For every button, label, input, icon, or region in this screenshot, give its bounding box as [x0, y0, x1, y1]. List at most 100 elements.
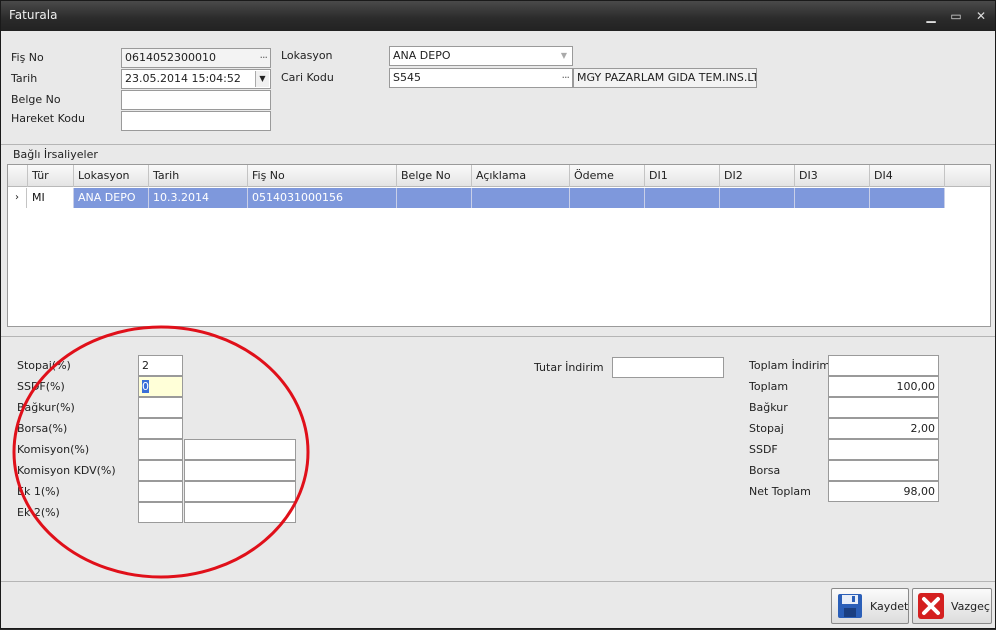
cell-aciklama[interactable] [472, 188, 570, 208]
ssdf-pct-label: SSDF(%) [17, 380, 65, 393]
belge-no-field[interactable] [121, 90, 271, 110]
lokasyon-select[interactable]: ANA DEPO ▼ [389, 46, 573, 66]
row-indicator-icon: › [8, 188, 27, 208]
stopaj-pct-input[interactable]: 2 [138, 355, 183, 376]
cell-lokasyon[interactable]: ANA DEPO [74, 188, 149, 208]
cell-belge-no[interactable] [397, 188, 472, 208]
borsa-pct-label: Borsa(%) [17, 422, 68, 435]
ek1-amount-input[interactable] [184, 481, 296, 502]
column-header[interactable]: DI3 [795, 165, 870, 187]
net-toplam-label: Net Toplam [749, 485, 811, 498]
column-header[interactable]: DI1 [645, 165, 720, 187]
ek2-pct-input[interactable] [138, 502, 183, 523]
komisyon-kdv-amount-input[interactable] [184, 460, 296, 481]
tarih-label: Tarih [11, 72, 38, 85]
bagkur-pct-input[interactable] [138, 397, 183, 418]
toplam-value: 100,00 [828, 376, 939, 397]
tarih-field[interactable]: 23.05.2014 15:04:52 ▼ [121, 69, 271, 89]
hareket-kodu-label: Hareket Kodu [11, 112, 85, 125]
toplam-label: Toplam [749, 380, 789, 393]
column-header[interactable]: Ödeme [570, 165, 645, 187]
toplam-indirim-value [828, 355, 939, 376]
kaydet-button[interactable]: Kaydet [831, 588, 909, 624]
bagkur-total-label: Bağkur [749, 401, 788, 414]
ssdf-pct-input[interactable]: 0 [138, 376, 183, 397]
borsa-pct-input[interactable] [138, 418, 183, 439]
tarih-dropdown-icon[interactable]: ▼ [255, 71, 269, 87]
cell-tarih[interactable]: 10.3.2014 [149, 188, 248, 208]
komisyon-kdv-pct-label: Komisyon KDV(%) [17, 464, 116, 477]
column-header[interactable]: Belge No [397, 165, 472, 187]
ek1-pct-input[interactable] [138, 481, 183, 502]
toplam-indirim-label: Toplam İndirim [749, 359, 831, 372]
title-bar: Faturala ▁ ▭ ✕ [1, 1, 995, 31]
vazgec-label: Vazgeç [951, 600, 990, 613]
divider [1, 581, 995, 582]
stopaj-total-value: 2,00 [828, 418, 939, 439]
lokasyon-dropdown-icon[interactable]: ▼ [557, 48, 571, 64]
net-toplam-value: 98,00 [828, 481, 939, 502]
vazgec-button[interactable]: Vazgeç [912, 588, 992, 624]
borsa-total-value [828, 460, 939, 481]
cari-name-field: MGY PAZARLAM GIDA TEM.INS.LT... [573, 68, 757, 88]
ek2-pct-label: Ek 2(%) [17, 506, 60, 519]
irsaliye-grid[interactable]: Tür Lokasyon Tarih Fiş No Belge No Açıkl… [7, 164, 991, 327]
divider [1, 336, 995, 337]
belge-no-label: Belge No [11, 93, 61, 106]
cell-odeme[interactable] [570, 188, 645, 208]
column-header[interactable]: Lokasyon [74, 165, 149, 187]
cari-kodu-field[interactable]: S545 ··· [389, 68, 573, 88]
hareket-kodu-field[interactable] [121, 111, 271, 131]
column-header[interactable]: Tarih [149, 165, 248, 187]
column-header[interactable]: DI2 [720, 165, 795, 187]
minimize-icon[interactable]: ▁ [921, 7, 941, 25]
column-header[interactable]: Fiş No [248, 165, 397, 187]
grid-header: Tür Lokasyon Tarih Fiş No Belge No Açıkl… [8, 165, 990, 187]
tutar-indirim-input[interactable] [612, 357, 724, 378]
cell-fis-no[interactable]: 0514031000156 [248, 188, 397, 208]
cell-di3[interactable] [795, 188, 870, 208]
cell-tur[interactable]: MI [28, 188, 74, 208]
cari-kodu-label: Cari Kodu [281, 71, 334, 84]
fis-no-ellipsis-icon[interactable]: ··· [260, 49, 268, 67]
komisyon-amount-input[interactable] [184, 439, 296, 460]
borsa-total-label: Borsa [749, 464, 781, 477]
komisyon-pct-input[interactable] [138, 439, 183, 460]
column-header[interactable]: DI4 [870, 165, 945, 187]
bagkur-total-value [828, 397, 939, 418]
ek2-amount-input[interactable] [184, 502, 296, 523]
irsaliye-section-label: Bağlı İrsaliyeler [13, 148, 101, 161]
grid-indicator-header [8, 165, 28, 187]
save-icon [838, 594, 862, 618]
close-icon[interactable]: ✕ [971, 7, 991, 25]
cari-kodu-value: S545 [393, 71, 421, 84]
divider [1, 144, 995, 145]
cell-di4[interactable] [870, 188, 945, 208]
lokasyon-value: ANA DEPO [393, 49, 451, 62]
tutar-indirim-label: Tutar İndirim [534, 361, 604, 374]
cancel-icon [918, 593, 944, 619]
column-header[interactable]: Tür [28, 165, 74, 187]
ssdf-total-value [828, 439, 939, 460]
ssdf-pct-value: 0 [142, 380, 149, 393]
tarih-value: 23.05.2014 15:04:52 [125, 72, 241, 85]
stopaj-total-label: Stopaj [749, 422, 784, 435]
cell-di1[interactable] [645, 188, 720, 208]
cari-kodu-ellipsis-icon[interactable]: ··· [562, 69, 570, 87]
fis-no-value: 0614052300010 [125, 51, 216, 64]
fis-no-label: Fiş No [11, 51, 44, 64]
kaydet-label: Kaydet [870, 600, 909, 613]
ek1-pct-label: Ek 1(%) [17, 485, 60, 498]
ssdf-total-label: SSDF [749, 443, 778, 456]
table-row[interactable]: › MI ANA DEPO 10.3.2014 0514031000156 [8, 188, 990, 208]
cell-di2[interactable] [720, 188, 795, 208]
komisyon-kdv-pct-input[interactable] [138, 460, 183, 481]
window-title: Faturala [9, 8, 58, 22]
fis-no-field[interactable]: 0614052300010 ··· [121, 48, 271, 68]
lokasyon-label: Lokasyon [281, 49, 333, 62]
maximize-icon[interactable]: ▭ [946, 7, 966, 25]
column-header[interactable]: Açıklama [472, 165, 570, 187]
faturala-window: Faturala ▁ ▭ ✕ Fiş No 0614052300010 ··· … [0, 0, 996, 629]
bagkur-pct-label: Bağkur(%) [17, 401, 75, 414]
stopaj-pct-label: Stopaj(%) [17, 359, 71, 372]
